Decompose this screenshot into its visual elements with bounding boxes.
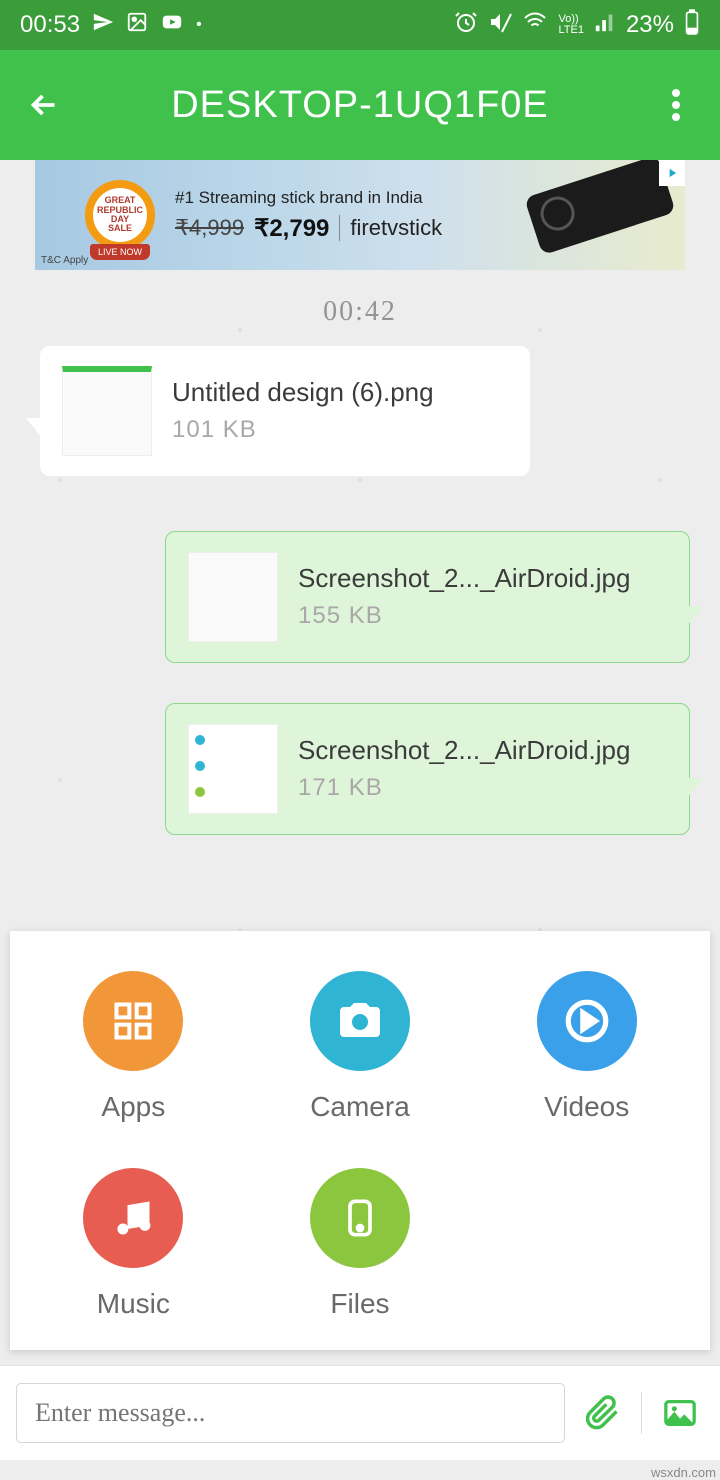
attach-apps[interactable]: Apps bbox=[20, 971, 247, 1123]
battery-percent: 23% bbox=[626, 11, 674, 39]
ad-banner[interactable]: GREAT REPUBLIC DAY SALE #1 Streaming sti… bbox=[35, 160, 685, 270]
file-thumbnail bbox=[188, 724, 278, 814]
message-incoming[interactable]: Untitled design (6).png 101 KB bbox=[40, 346, 530, 476]
more-menu-button[interactable] bbox=[652, 81, 700, 129]
message-outgoing[interactable]: Screenshot_2..._AirDroid.jpg 171 KB bbox=[165, 703, 690, 835]
attach-videos[interactable]: Videos bbox=[473, 971, 700, 1123]
files-icon bbox=[310, 1168, 410, 1268]
dot-icon: • bbox=[196, 16, 202, 34]
image-icon bbox=[126, 11, 148, 40]
ad-old-price: ₹4,999 bbox=[175, 215, 244, 241]
file-name: Screenshot_2..._AirDroid.jpg bbox=[298, 564, 630, 593]
file-thumbnail bbox=[62, 366, 152, 456]
chat-area: 00:42 Untitled design (6).png 101 KB Scr… bbox=[0, 270, 720, 1460]
status-bar: 00:53 • Vo))LTE1 23% bbox=[0, 0, 720, 50]
camera-icon bbox=[310, 971, 410, 1071]
message-input[interactable] bbox=[16, 1383, 565, 1443]
attach-label: Files bbox=[330, 1288, 389, 1320]
alarm-icon bbox=[454, 10, 478, 41]
ad-brand: firetvstick bbox=[339, 215, 442, 241]
status-time: 00:53 bbox=[20, 11, 80, 39]
message-input-bar bbox=[0, 1365, 720, 1460]
ad-text: #1 Streaming stick brand in India ₹4,999… bbox=[175, 188, 442, 243]
wifi-icon bbox=[522, 10, 548, 41]
attach-label: Apps bbox=[101, 1091, 165, 1123]
battery-icon bbox=[684, 9, 700, 42]
youtube-icon bbox=[160, 11, 184, 40]
attach-files[interactable]: Files bbox=[247, 1168, 474, 1320]
attach-label: Videos bbox=[544, 1091, 629, 1123]
attach-label: Music bbox=[97, 1288, 170, 1320]
video-icon bbox=[537, 971, 637, 1071]
attachment-panel: Apps Camera Videos Music Files bbox=[10, 931, 710, 1350]
attach-camera[interactable]: Camera bbox=[247, 971, 474, 1123]
app-bar: DESKTOP-1UQ1F0E bbox=[0, 50, 720, 160]
ad-deal-badge: GREAT REPUBLIC DAY SALE bbox=[85, 180, 155, 250]
file-thumbnail bbox=[188, 552, 278, 642]
music-icon bbox=[83, 1168, 183, 1268]
send-icon bbox=[92, 11, 114, 40]
divider bbox=[641, 1392, 642, 1434]
message-outgoing[interactable]: Screenshot_2..._AirDroid.jpg 155 KB bbox=[165, 531, 690, 663]
file-size: 171 KB bbox=[298, 774, 630, 802]
file-size: 101 KB bbox=[172, 416, 434, 444]
watermark: wsxdn.com bbox=[651, 1465, 716, 1480]
back-button[interactable] bbox=[20, 81, 68, 129]
signal-icon bbox=[594, 11, 616, 40]
attach-label: Camera bbox=[310, 1091, 410, 1123]
ad-headline: #1 Streaming stick brand in India bbox=[175, 188, 442, 208]
attach-button[interactable] bbox=[579, 1389, 627, 1437]
ad-tc: T&C Apply bbox=[41, 255, 88, 266]
ad-new-price: ₹2,799 bbox=[254, 214, 329, 243]
ad-play-icon[interactable] bbox=[659, 160, 685, 186]
attach-music[interactable]: Music bbox=[20, 1168, 247, 1320]
file-size: 155 KB bbox=[298, 602, 630, 630]
image-button[interactable] bbox=[656, 1389, 704, 1437]
page-title: DESKTOP-1UQ1F0E bbox=[68, 84, 652, 127]
file-name: Untitled design (6).png bbox=[172, 378, 434, 407]
volte-icon: Vo))LTE1 bbox=[558, 14, 583, 36]
file-name: Screenshot_2..._AirDroid.jpg bbox=[298, 736, 630, 765]
ad-product-image bbox=[524, 160, 676, 255]
mute-icon bbox=[488, 10, 512, 41]
chat-timestamp: 00:42 bbox=[0, 270, 720, 346]
apps-icon bbox=[83, 971, 183, 1071]
